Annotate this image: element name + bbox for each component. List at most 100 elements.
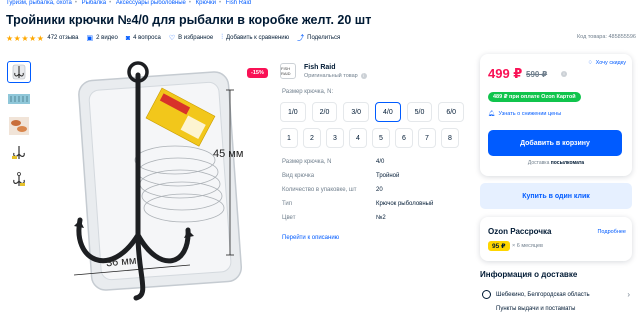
delivery-title: Информация о доставке <box>480 270 578 279</box>
rating-reviews[interactable]: ★★★★★ 472 отзыва <box>6 34 79 43</box>
size-option[interactable]: 4 <box>349 128 367 148</box>
size-chart-thumb-icon <box>8 94 30 104</box>
spec-row: Количество в упаковке, шт 20 <box>282 183 433 197</box>
size-option[interactable]: 6 <box>395 128 413 148</box>
size-option[interactable]: 8 <box>441 128 459 148</box>
location-pin-icon <box>482 290 491 299</box>
size-option[interactable]: 1 <box>280 128 298 148</box>
spec-key: Количество в упаковке, шт <box>282 187 357 193</box>
thumbnail-list <box>7 61 31 196</box>
size-option[interactable]: 7 <box>418 128 436 148</box>
fish-thumb-icon <box>9 117 29 135</box>
breadcrumb-item[interactable]: Рыбалка <box>82 0 107 6</box>
brand-name: Fish Raid <box>304 63 336 71</box>
spec-row: Размер крючка, N 4/0 <box>282 155 433 169</box>
delivery-note-prefix: Доставка <box>527 160 550 166</box>
price: 499 ₽ <box>488 66 523 81</box>
delivery-pickup-points[interactable]: Пункты выдачи и постаматы <box>496 306 575 312</box>
bell-icon: ♢ <box>587 60 593 66</box>
spec-row: Тип Крючок рыболовный <box>282 197 433 211</box>
spec-value: Крючок рыболовный <box>376 201 434 207</box>
brand-logo: FISH RAID <box>280 63 296 79</box>
size-option[interactable]: 6/0 <box>438 102 465 122</box>
product-photo[interactable] <box>40 60 270 310</box>
original-badge: Оригинальный товар i <box>304 72 367 79</box>
questions-link[interactable]: ◙ 4 вопроса <box>126 35 161 42</box>
spec-value: Тройной <box>376 173 400 179</box>
want-discount-button[interactable]: ♢ Хочу скидку <box>588 60 626 66</box>
reviews-count: 472 отзыва <box>47 35 79 41</box>
breadcrumb-item[interactable]: Крючки <box>196 0 216 6</box>
size-option[interactable]: 1/0 <box>280 102 306 122</box>
delivery-note-courier: посылкомата <box>550 160 585 166</box>
installment-more-link[interactable]: Подробнее <box>597 229 626 235</box>
share-label: Поделиться <box>307 35 341 41</box>
delivery-location[interactable]: Шебекино, Белгородская область <box>482 290 590 299</box>
installment-months: × 6 месяцев <box>512 243 543 249</box>
spec-key: Вид крючка <box>282 173 315 179</box>
spec-row: Цвет №2 <box>282 211 433 225</box>
size-option[interactable]: 3/0 <box>343 102 370 122</box>
thumbnail-5[interactable] <box>7 169 31 191</box>
brand-block[interactable]: FISH RAID Fish Raid Оригинальный товар i <box>280 63 367 79</box>
compare-button[interactable]: ⫶ Добавить к сравнению <box>221 34 289 42</box>
video-label: 2 видео <box>96 35 118 41</box>
price-drop-notify-label: Узнать о снижении цены <box>498 111 562 117</box>
spec-row: Вид крючка Тройной <box>282 169 433 183</box>
size-option[interactable]: 5 <box>372 128 390 148</box>
video-link[interactable]: ▣ 2 видео <box>87 34 118 42</box>
breadcrumb: Туризм, рыбалка, охота • Рыбалка • Аксессу… <box>6 0 252 6</box>
buy-one-click-button[interactable]: Купить в один клик <box>480 183 632 209</box>
size-option-selected[interactable]: 4/0 <box>375 102 401 122</box>
favorite-label: В избранное <box>178 35 214 41</box>
price-drop-notify-link[interactable]: 🔔︎ Узнать о снижении цены <box>488 111 561 117</box>
size-row-1: 1/0 2/0 3/0 4/0 5/0 6/0 <box>280 102 470 122</box>
add-to-cart-button[interactable]: Добавить в корзину <box>488 130 622 156</box>
size-option[interactable]: 3 <box>326 128 344 148</box>
hook-thumb-icon <box>12 146 25 159</box>
spec-value: 4/0 <box>376 159 385 165</box>
discount-badge: -15% <box>247 68 268 78</box>
spec-key: Тип <box>282 201 293 207</box>
spec-value: №2 <box>376 215 386 221</box>
size-option[interactable]: 2/0 <box>311 102 338 122</box>
ozon-card-price-badge[interactable]: 489 ₽ при оплате Ozon Картой <box>488 92 581 102</box>
original-label: Оригинальный товар <box>304 72 358 79</box>
chat-icon: ◙ <box>125 34 131 42</box>
spec-value: 20 <box>376 187 383 193</box>
hook-thumb-icon <box>12 64 26 80</box>
compare-label: Добавить к сравнению <box>225 35 290 41</box>
chevron-right-icon[interactable]: › <box>627 290 630 299</box>
size-option[interactable]: 2 <box>303 128 321 148</box>
breadcrumb-item[interactable]: Туризм, рыбалка, охота <box>6 0 72 6</box>
hook-thumb-icon <box>13 172 25 186</box>
thumbnail-3[interactable] <box>7 115 31 137</box>
height-dimension-label: 45 мм <box>213 148 244 160</box>
size-row-2: 1 2 3 4 5 6 7 8 <box>280 128 470 148</box>
want-discount-label: Хочу скидку <box>595 60 626 66</box>
thumbnail-1[interactable] <box>7 61 31 83</box>
spec-key: Цвет <box>282 215 296 221</box>
heart-icon: ♡ <box>168 35 176 42</box>
thumbnail-2[interactable] <box>7 88 31 110</box>
share-icon: ⤴ <box>297 35 305 42</box>
installment-price: 95 ₽ <box>488 241 510 251</box>
installment-title: Ozon Рассрочка <box>488 227 552 236</box>
delivery-location-label: Шебекино, Белгородская область <box>496 291 590 298</box>
breadcrumb-item[interactable]: Fish Raid <box>226 0 251 6</box>
size-option[interactable]: 5/0 <box>406 102 433 122</box>
installment-card[interactable]: Ozon Рассрочка Подробнее 95 ₽ × 6 месяце… <box>480 217 632 261</box>
info-icon[interactable]: i <box>360 72 367 79</box>
video-icon: ▣ <box>86 35 94 42</box>
buy-card: 499 ₽ 590 ₽ i ♢ Хочу скидку 489 ₽ при оп… <box>480 54 632 176</box>
share-button[interactable]: ⤴ Поделиться <box>297 33 340 43</box>
breadcrumb-item[interactable]: Аксессуары рыболовные <box>116 0 186 6</box>
product-code: Код товара: 485855596 <box>576 34 636 40</box>
size-selector-label: Размер крючка, N: <box>282 89 334 95</box>
favorite-button[interactable]: ♡ В избранное <box>169 34 213 42</box>
go-to-description-link[interactable]: Перейти к описанию <box>282 235 339 241</box>
old-price: 590 ₽ <box>526 70 548 79</box>
product-meta-row: ★★★★★ 472 отзыва ▣ 2 видео ◙ 4 вопроса ♡… <box>6 33 348 43</box>
thumbnail-4[interactable] <box>7 142 31 164</box>
price-info-icon[interactable]: i <box>561 71 567 77</box>
